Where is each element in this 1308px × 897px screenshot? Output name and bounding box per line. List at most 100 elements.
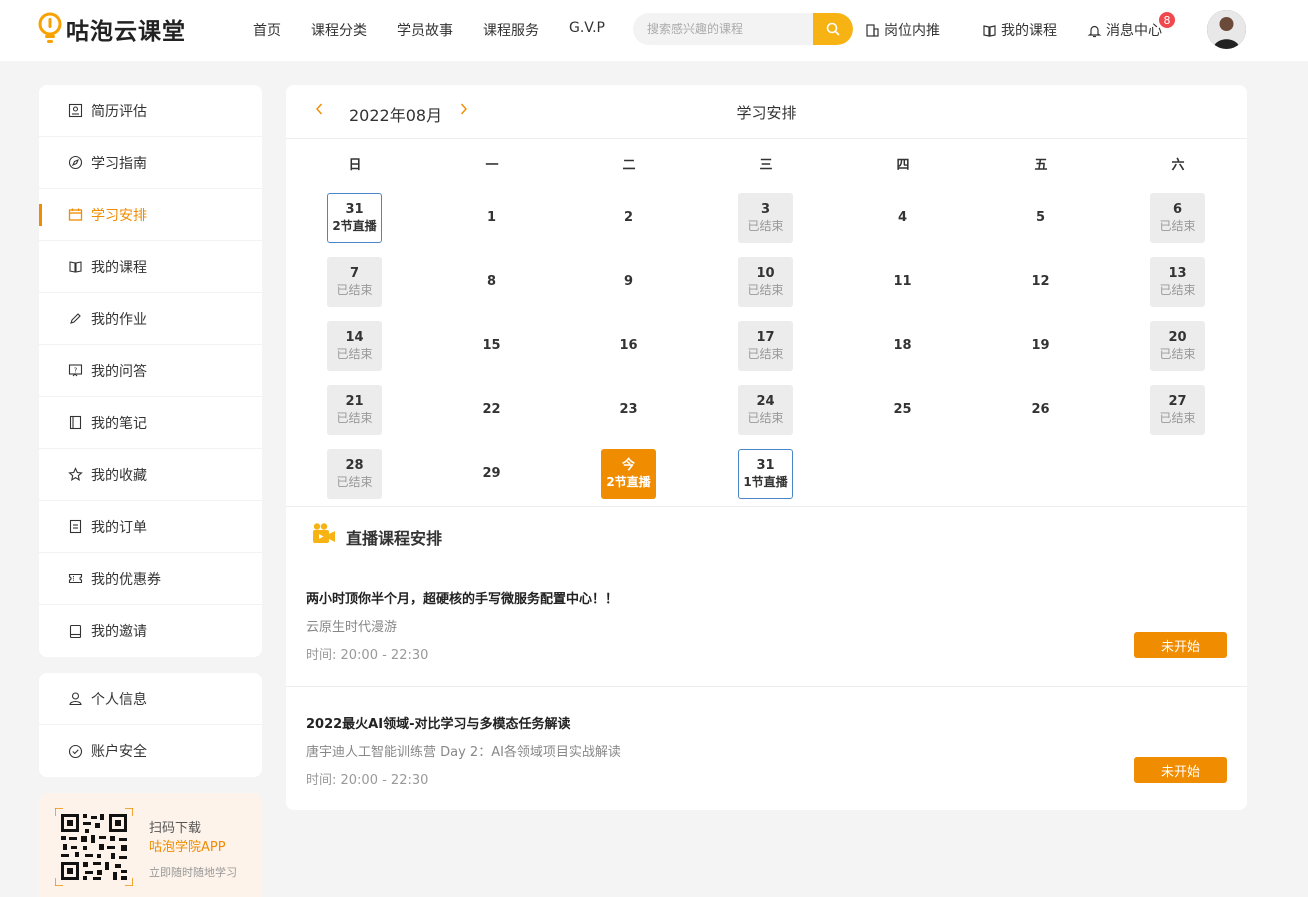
sidebar-item-coupons[interactable]: 我的优惠券 xyxy=(39,553,262,605)
calendar-day[interactable]: 5 xyxy=(1013,193,1068,243)
search-input[interactable] xyxy=(633,13,803,45)
brand-logo[interactable]: 咕泡云课堂 xyxy=(38,12,186,46)
calendar-day[interactable]: 2 xyxy=(601,193,656,243)
calendar-day[interactable]: 25 xyxy=(875,385,930,435)
app-promo-line3: 立即随时随地学习 xyxy=(149,866,237,879)
sidebar-item-invitations[interactable]: 我的邀请 xyxy=(39,605,262,657)
day-number: 今 xyxy=(621,458,635,473)
day-number: 2 xyxy=(623,210,634,225)
day-number: 24 xyxy=(756,394,775,409)
not-started-button[interactable]: 未开始 xyxy=(1134,632,1227,658)
avatar-image xyxy=(1207,10,1246,49)
live-section-divider xyxy=(286,506,1247,507)
calendar-day[interactable]: 29 xyxy=(464,449,519,499)
calendar-day[interactable]: 7 已结束 xyxy=(327,257,382,307)
day-status: 2节直播 xyxy=(332,219,377,233)
sidebar-item-label: 我的收藏 xyxy=(91,467,147,484)
calendar-day[interactable]: 17 已结束 xyxy=(738,321,793,371)
coupon-icon xyxy=(67,571,83,587)
not-started-button[interactable]: 未开始 xyxy=(1134,757,1227,783)
calendar-day[interactable]: 9 xyxy=(601,257,656,307)
live-course-item[interactable]: 两小时顶你半个月，超硬核的手写微服务配置中心！！ 云原生时代漫游 时间: 20:… xyxy=(286,588,1247,713)
calendar-day[interactable]: 8 xyxy=(464,257,519,307)
calendar-day[interactable]: 21 已结束 xyxy=(327,385,382,435)
sidebar-item-questions[interactable]: ? 我的问答 xyxy=(39,345,262,397)
sidebar-item-resume[interactable]: 简历评估 xyxy=(39,85,262,137)
calendar-day[interactable]: 19 xyxy=(1013,321,1068,371)
calendar-day[interactable]: 3 已结束 xyxy=(738,193,793,243)
schedule-panel: 2022年08月 学习安排 日一二三四五六 31 2节直播 1 2 3 已结束 4 5 6 已结束… xyxy=(286,85,1247,810)
sidebar-item-guide[interactable]: 学习指南 xyxy=(39,137,262,189)
sidebar-item-label: 我的订单 xyxy=(91,519,147,536)
book-icon xyxy=(67,259,83,275)
live-course-item[interactable]: 2022最火AI领域-对比学习与多模态任务解读 唐宇迪人工智能训练营 Day 2… xyxy=(286,713,1247,838)
day-status: 已结束 xyxy=(747,219,784,233)
day-number: 29 xyxy=(482,466,501,481)
question-icon: ? xyxy=(67,363,83,379)
brand-name: 咕泡云课堂 xyxy=(66,19,186,45)
course-subtitle: 云原生时代漫游 xyxy=(306,620,398,635)
calendar-day[interactable]: 27 已结束 xyxy=(1150,385,1205,435)
message-center-link[interactable]: 消息中心 xyxy=(1087,20,1162,40)
calendar-day[interactable]: 6 已结束 xyxy=(1150,193,1205,243)
calendar-day[interactable]: 13 已结束 xyxy=(1150,257,1205,307)
nav-home[interactable]: 首页 xyxy=(253,20,281,40)
day-status: 1节直播 xyxy=(743,475,788,489)
calendar-day[interactable]: 18 xyxy=(875,321,930,371)
nav-student-stories[interactable]: 学员故事 xyxy=(397,20,453,40)
calendar-day[interactable]: 12 xyxy=(1013,257,1068,307)
weekday-label: 三 xyxy=(759,158,773,173)
calendar-day[interactable]: 22 xyxy=(464,385,519,435)
my-courses-link[interactable]: 我的课程 xyxy=(982,20,1057,40)
calendar-day[interactable]: 15 xyxy=(464,321,519,371)
calendar-day[interactable]: 1 xyxy=(464,193,519,243)
search-button[interactable] xyxy=(813,13,853,45)
day-status: 已结束 xyxy=(1159,219,1196,233)
calendar-day[interactable]: 26 xyxy=(1013,385,1068,435)
calendar-day[interactable]: 10 已结束 xyxy=(738,257,793,307)
sidebar-item-notes[interactable]: 我的笔记 xyxy=(39,397,262,449)
calendar-day-today[interactable]: 今 2节直播 xyxy=(601,449,656,499)
day-number: 17 xyxy=(756,330,775,345)
sidebar-item-profile[interactable]: 个人信息 xyxy=(39,673,262,725)
calendar-day[interactable]: 11 xyxy=(875,257,930,307)
calendar-day[interactable]: 23 xyxy=(601,385,656,435)
calendar-day[interactable]: 31 2节直播 xyxy=(327,193,382,243)
calendar-day[interactable]: 14 已结束 xyxy=(327,321,382,371)
sidebar-item-favorites[interactable]: 我的收藏 xyxy=(39,449,262,501)
job-referral-link[interactable]: 岗位内推 xyxy=(865,20,940,40)
course-title[interactable]: 两小时顶你半个月，超硬核的手写微服务配置中心！！ xyxy=(306,588,618,607)
day-number: 28 xyxy=(345,458,364,473)
day-number: 19 xyxy=(1031,338,1050,353)
calendar-day[interactable]: 4 xyxy=(875,193,930,243)
calendar-day[interactable]: 28 已结束 xyxy=(327,449,382,499)
building-icon xyxy=(866,23,879,37)
calendar-day[interactable]: 24 已结束 xyxy=(738,385,793,435)
app-promo-line2[interactable]: 咕泡学院APP xyxy=(149,836,226,855)
star-icon xyxy=(67,467,83,483)
calendar-header: 2022年08月 学习安排 xyxy=(286,85,1247,139)
search-icon xyxy=(826,22,840,36)
sidebar-item-homework[interactable]: 我的作业 xyxy=(39,293,262,345)
calendar-day[interactable]: 20 已结束 xyxy=(1150,321,1205,371)
sidebar-item-my-courses[interactable]: 我的课程 xyxy=(39,241,262,293)
course-divider xyxy=(286,686,1247,687)
day-number: 7 xyxy=(349,266,360,281)
day-number: 8 xyxy=(486,274,497,289)
day-number: 6 xyxy=(1172,202,1183,217)
sidebar-item-schedule[interactable]: 学习安排 xyxy=(39,189,262,241)
nav-course-services[interactable]: 课程服务 xyxy=(483,20,539,40)
nav-course-categories[interactable]: 课程分类 xyxy=(311,20,367,40)
sidebar-item-orders[interactable]: 我的订单 xyxy=(39,501,262,553)
day-number: 9 xyxy=(623,274,634,289)
course-title[interactable]: 2022最火AI领域-对比学习与多模态任务解读 xyxy=(306,713,570,732)
sidebar-account-menu: 个人信息 账户安全 xyxy=(39,673,262,777)
calendar-day[interactable]: 31 1节直播 xyxy=(738,449,793,499)
day-status: 已结束 xyxy=(336,347,373,361)
sidebar-item-security[interactable]: 账户安全 xyxy=(39,725,262,777)
calendar-day[interactable]: 16 xyxy=(601,321,656,371)
nav-gvp[interactable]: G.V.P xyxy=(569,20,605,36)
day-number: 3 xyxy=(760,202,771,217)
notebook-icon xyxy=(67,415,83,431)
user-avatar[interactable] xyxy=(1207,10,1246,49)
